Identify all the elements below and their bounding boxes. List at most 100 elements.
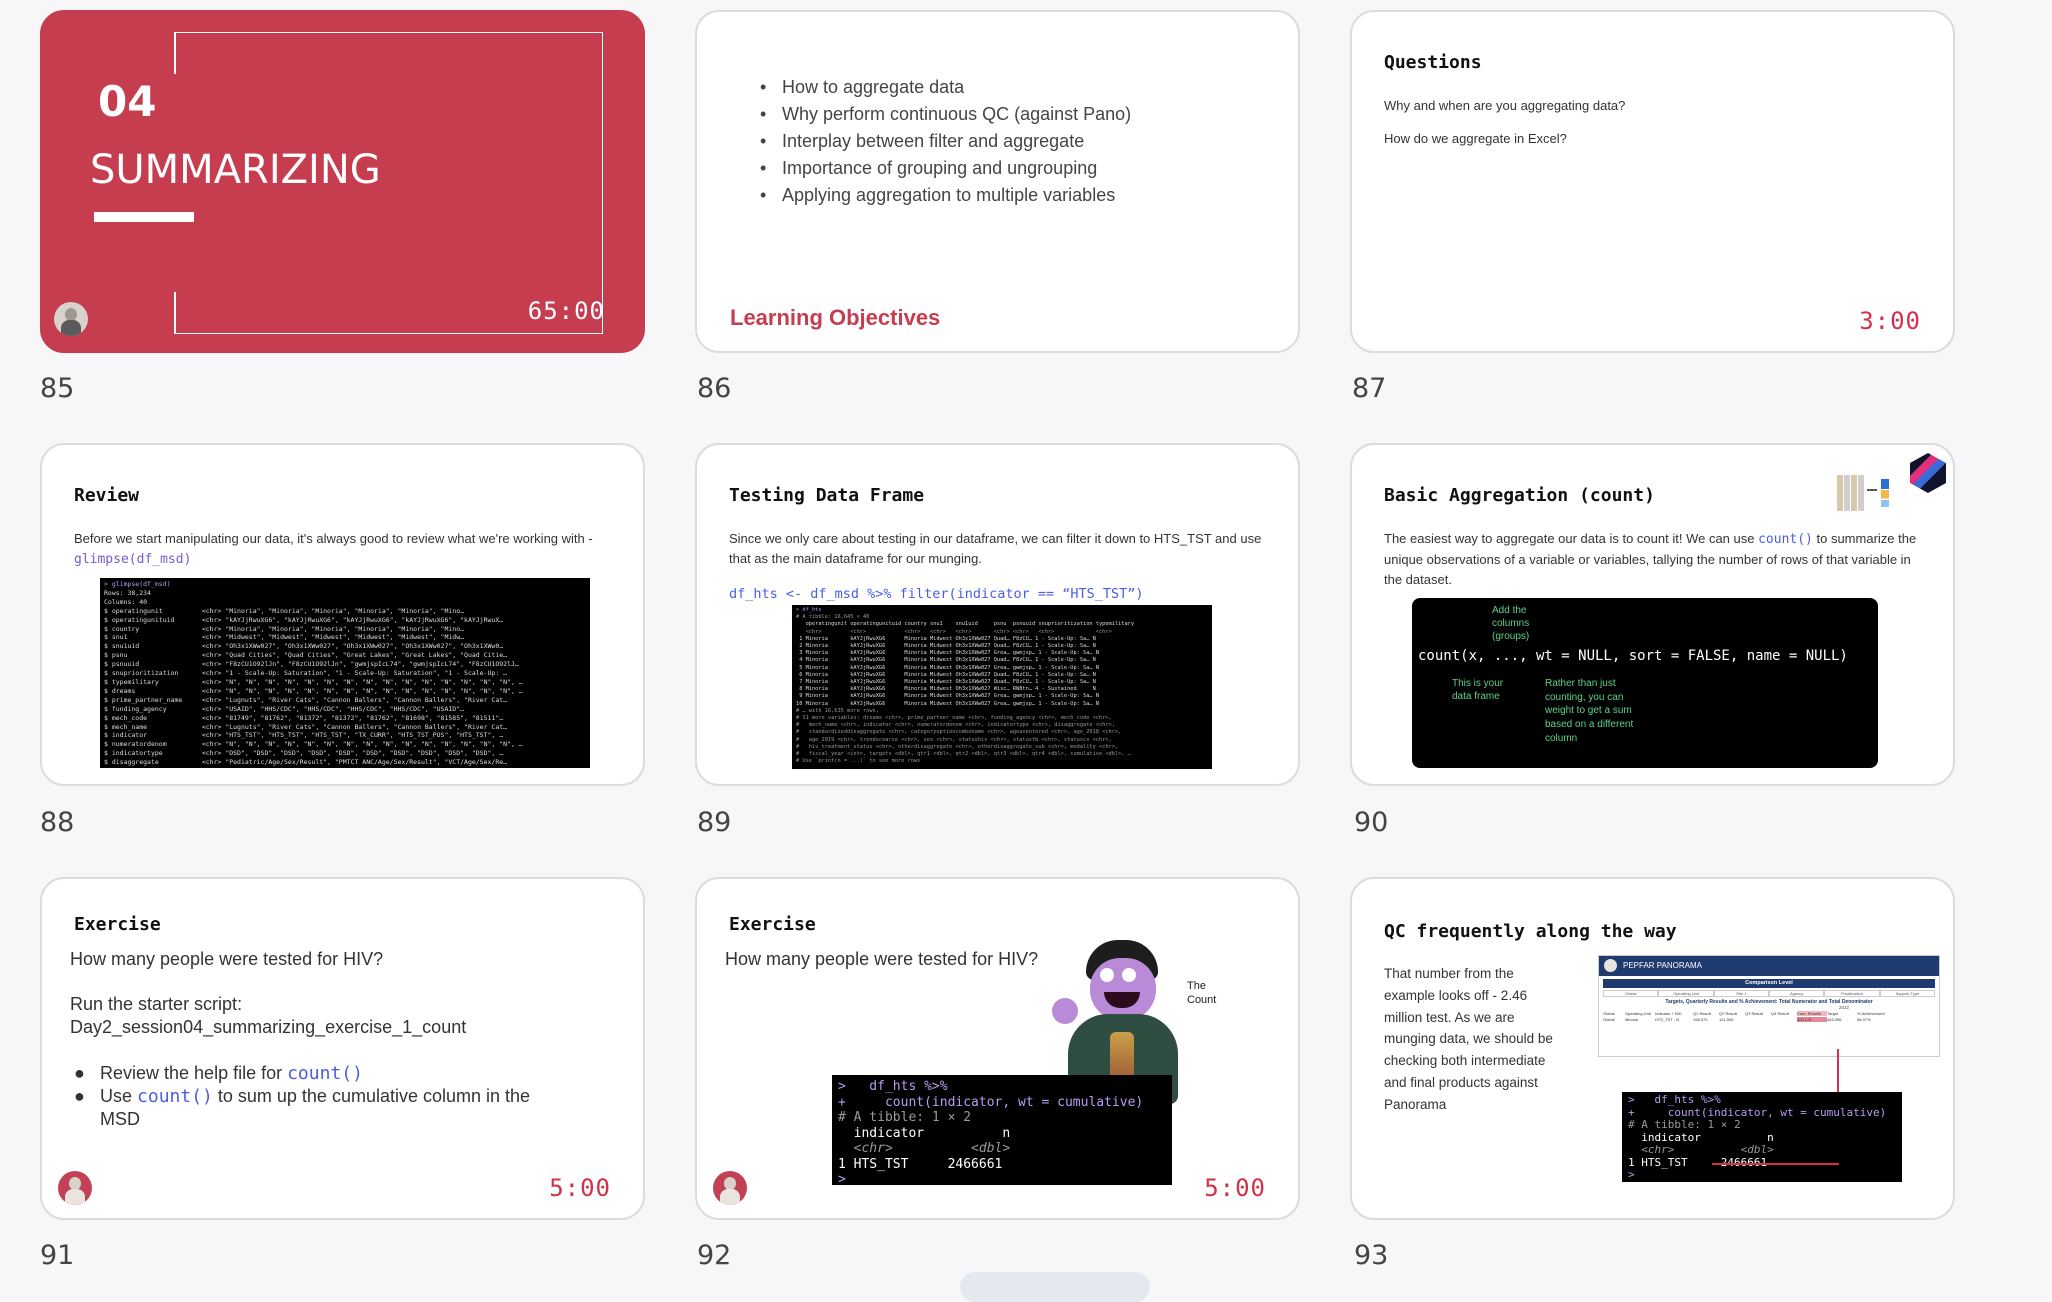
console-line: > df_hts <box>796 607 822 613</box>
console-line: 10 Minoria kAYJjRwuXG6 Minoria Midwest O… <box>796 700 1099 707</box>
console-line: $ mech_code <chr> "81749", "81762", "813… <box>104 713 504 722</box>
pano-col: Q2 Result <box>1719 1011 1737 1016</box>
console-line: $ snu1 <chr> "Midwest", "Midwest", "Midw… <box>104 633 465 642</box>
countdown-timer: 5:00 <box>1204 1174 1266 1202</box>
slide-85[interactable]: 04 SUMMARIZING 65:00 <box>40 10 645 353</box>
console-line: 5 Minoria kAYJjRwuXG6 Minoria Midwest Oh… <box>796 664 1099 671</box>
slide-number: 86 <box>697 373 732 404</box>
objective-item: How to aggregate data <box>760 74 1131 101</box>
inline-code: count() <box>1758 532 1813 547</box>
countdown-timer: 65:00 <box>527 297 605 325</box>
pano-col: Target <box>1827 1011 1839 1016</box>
console-line: $ disaggregate <chr> "Pediatric/Age/Sex/… <box>104 758 508 767</box>
panorama-table-row: Global Minoria HTS_TST - N 198,370 121,5… <box>1603 1017 1935 1022</box>
pano-tab[interactable]: Global <box>1603 990 1659 997</box>
console-line: 6 Minoria kAYJjRwuXG6 Minoria Midwest Oh… <box>796 671 1096 678</box>
slide-text: The easiest way to aggregate our data is… <box>1384 529 1929 590</box>
slide-88[interactable]: Review Before we start manipulating our … <box>40 443 645 786</box>
console-line: > <box>838 1172 846 1185</box>
console-line: $ psnu <chr> "Quad Cities", "Quad Cities… <box>104 651 508 660</box>
pano-col: Global <box>1603 1011 1615 1016</box>
step-text: Use <box>100 1086 138 1106</box>
pepfar-logo-icon <box>1604 959 1617 972</box>
pagination-control[interactable] <box>960 1272 1150 1302</box>
panorama-table-header: Global Operating Unit Indicator + N/D Q1… <box>1603 1011 1935 1016</box>
panorama-year: 2022 <box>1838 1005 1849 1010</box>
console-line: # A tibble: 16,645 × 40 <box>796 614 870 621</box>
console-line: > <box>1628 1168 1635 1181</box>
pano-tab[interactable]: Prioritization <box>1824 990 1880 997</box>
slide-title: Review <box>74 485 140 506</box>
pano-cell: Minoria <box>1625 1017 1639 1022</box>
slide-90[interactable]: Basic Aggregation (count) The easiest wa… <box>1350 443 1955 786</box>
tibble-console: > df_hts # A tibble: 16,645 × 40 operati… <box>792 605 1212 769</box>
filter-code: df_hts <- df_msd %>% filter(indicator ==… <box>729 586 1144 602</box>
console-line: # standardizeddisaggregate <chr>, catego… <box>796 729 1122 736</box>
console-line: # hiv_treatment_status <chr>, otherdisag… <box>796 743 1119 750</box>
console-line: $ snuprioritization <chr> "1 - Scale-Up:… <box>104 669 508 678</box>
console-line: $ operatingunit <chr> "Minoria", "Minori… <box>104 606 465 615</box>
slide-87[interactable]: Questions Why and when are you aggregati… <box>1350 10 1955 353</box>
slide-93[interactable]: QC frequently along the way That number … <box>1350 877 1955 1220</box>
question-2: How do we aggregate in Excel? <box>1384 131 1567 146</box>
slide-89[interactable]: Testing Data Frame Since we only care ab… <box>695 443 1300 786</box>
console-line: 1 Minoria kAYJjRwuXG6 Minoria Midwest Oh… <box>796 635 1096 642</box>
aggregation-grid-icon <box>1837 475 1897 515</box>
console-line: # A tibble: 1 × 2 <box>838 1110 972 1125</box>
count-result-console: > df_hts %>% + count(indicator, wt = cum… <box>832 1075 1172 1185</box>
slide-number: 90 <box>1354 807 1389 838</box>
console-line: <chr> <chr> <chr> <chr> <chr> <chr> <chr… <box>796 628 1112 635</box>
console-line: 8 Minoria kAYJjRwuXG6 Minoria Midwest Oh… <box>796 686 1096 693</box>
pano-tab[interactable]: Site 1 <box>1713 990 1769 997</box>
console-line: $ snu1uid <chr> "Oh3x1XWw027", "Oh3x1XWw… <box>104 642 504 651</box>
section-number: 04 <box>98 77 157 126</box>
slide-92[interactable]: Exercise How many people were tested for… <box>695 877 1300 1220</box>
pano-col: Cum. Results <box>1797 1011 1827 1016</box>
panorama-header: PEPFAR PANORAMA <box>1599 956 1939 976</box>
console-line: # age_2019 <chr>, trendscoarse <chr>, se… <box>796 736 1112 743</box>
slide-number: 89 <box>697 807 732 838</box>
step-item: ● Use count() to sum up the cumulative c… <box>74 1086 531 1129</box>
step-text: Review the help file for <box>100 1063 288 1083</box>
count-signature-panel: Add the columns (groups) count(x, ..., w… <box>1412 598 1878 768</box>
pano-col: Q1 Result <box>1693 1011 1711 1016</box>
slide-number: 87 <box>1352 373 1387 404</box>
frame-bottom-left-tick <box>174 292 176 333</box>
slide-number: 91 <box>40 1240 75 1271</box>
objective-item: Applying aggregation to multiple variabl… <box>760 182 1131 209</box>
slide-91[interactable]: Exercise How many people were tested for… <box>40 877 645 1220</box>
slide-title: Basic Aggregation (count) <box>1384 485 1655 506</box>
presenter-avatar <box>58 1171 92 1205</box>
pano-cell: HTS_TST - N <box>1655 1017 1680 1022</box>
pano-tab[interactable]: Agency <box>1768 990 1825 997</box>
character-label: The Count <box>1187 980 1217 1006</box>
pano-tab[interactable]: Support Type <box>1879 990 1935 997</box>
console-line: operatingunit operatingunituid country s… <box>796 621 1135 628</box>
slide-text: Before we start manipulating our data, i… <box>74 529 619 570</box>
pano-col: Indicator + N/D <box>1655 1011 1682 1016</box>
console-line: Rows: 38,234 <box>104 588 151 597</box>
console-line: 7 Minoria kAYJjRwuXG6 Minoria Midwest Oh… <box>796 679 1096 686</box>
console-line: # mech_name <chr>, indicator <chr>, nume… <box>796 722 1115 729</box>
console-line: <chr> <dbl> <box>838 1141 1011 1156</box>
objective-item: Interplay between filter and aggregate <box>760 128 1131 155</box>
countdown-timer: 3:00 <box>1859 307 1921 335</box>
slide-title: QC frequently along the way <box>1384 921 1677 942</box>
slide-title: Exercise <box>729 914 816 935</box>
console-line: # … with 16,635 more rows, <box>796 707 879 714</box>
console-line: # fiscal_year <int>, targets <dbl>, qtr1… <box>796 751 1131 758</box>
panorama-heading: Comparison Level <box>1603 979 1935 988</box>
pano-cell: 463,396 <box>1827 1017 1842 1022</box>
slide-number: 88 <box>40 807 75 838</box>
console-line: $ mech_name <chr> "Lugnuts", "River Cats… <box>104 722 508 731</box>
pano-col: Q4 Result <box>1771 1011 1789 1016</box>
glimpse-console: > glimpse(df_msd) Rows: 38,234 Columns: … <box>100 578 590 768</box>
pano-tab[interactable]: Operating Unit <box>1658 990 1714 997</box>
slide-86[interactable]: How to aggregate data Why perform contin… <box>695 10 1300 353</box>
dplyr-hex-logo-icon <box>1910 453 1946 493</box>
slide-title: Exercise <box>74 914 161 935</box>
slide-number: 92 <box>697 1240 732 1271</box>
panorama-screenshot: PEPFAR PANORAMA Comparison Level Global … <box>1598 955 1940 1057</box>
slide-title: Testing Data Frame <box>729 485 925 506</box>
note-columns: Add the columns (groups) <box>1492 605 1530 642</box>
